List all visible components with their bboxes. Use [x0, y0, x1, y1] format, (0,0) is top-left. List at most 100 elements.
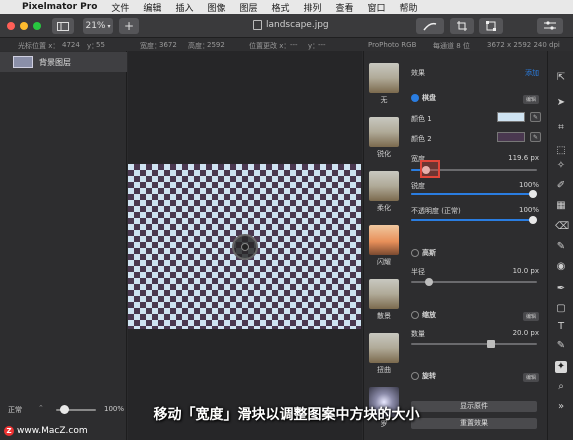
canvas-area[interactable]	[128, 51, 362, 440]
radius-slider[interactable]	[411, 278, 537, 286]
effect-preset-bokeh[interactable]: 散景	[369, 279, 399, 321]
effect-preset-glow[interactable]: 闪耀	[369, 225, 399, 267]
transform-tool-button[interactable]	[479, 18, 503, 34]
color1-label: 颜色 1	[411, 115, 432, 123]
menu-layer[interactable]: 图层	[239, 1, 257, 14]
menu-insert[interactable]: 插入	[175, 1, 193, 14]
menu-file[interactable]: 文件	[111, 1, 129, 14]
opacity-slider-fill	[411, 219, 537, 221]
zoom-window-button[interactable]	[33, 22, 41, 30]
effect-preset-none[interactable]: 无	[369, 63, 399, 105]
edit-effect-button[interactable]: 编辑	[522, 312, 539, 321]
layers-sidebar: 背景图层 正常 ⌃ 100%	[0, 51, 127, 440]
gaussian-effect-header[interactable]: 高斯	[411, 248, 436, 258]
amount-slider-knob[interactable]	[487, 340, 495, 348]
window-controls	[7, 22, 41, 30]
menu-bar: Pixelmator Pro 文件 编辑 插入 图像 图层 格式 排列 查看 窗…	[0, 0, 573, 14]
text-tool-icon[interactable]: T	[555, 321, 567, 333]
shape-tool-icon[interactable]: ▢	[555, 303, 567, 315]
add-button[interactable]: +	[119, 18, 139, 34]
minimize-window-button[interactable]	[20, 22, 28, 30]
toggle-off-icon[interactable]	[411, 249, 419, 257]
plus-icon: +	[123, 19, 135, 33]
effect-preset-soften[interactable]: 柔化	[369, 171, 399, 213]
clone-tool-icon[interactable]: ◉	[555, 261, 567, 273]
sidebar-toggle-button[interactable]	[52, 18, 74, 34]
channel-depth: 每通道 8 位	[433, 42, 470, 50]
eyedropper-icon[interactable]: ✎	[530, 132, 541, 142]
arrange-tool-icon[interactable]: ⇱	[555, 72, 567, 84]
checkmark-icon[interactable]	[411, 94, 419, 102]
width-value: 119.6 px	[508, 154, 539, 162]
effect-preset-sharpen[interactable]: 锐化	[369, 117, 399, 159]
edit-effect-button[interactable]: 编辑	[522, 373, 539, 382]
layer-name: 背景图层	[39, 57, 71, 67]
add-effect-link[interactable]: 添加	[525, 68, 539, 78]
magic-wand-icon[interactable]: ✧	[555, 160, 567, 172]
menu-help[interactable]: 帮助	[400, 1, 418, 14]
eyedropper-tool-icon[interactable]: ✎	[555, 340, 567, 352]
menu-edit[interactable]: 编辑	[143, 1, 161, 14]
effect-name: 棋盘	[422, 94, 436, 102]
fill-tool-icon[interactable]: ▦	[555, 200, 567, 212]
toggle-off-icon[interactable]	[411, 311, 419, 319]
sliders-icon	[544, 21, 556, 30]
eraser-icon[interactable]: ⌫	[555, 221, 569, 233]
radius-slider-knob[interactable]	[425, 278, 433, 286]
toggle-off-icon[interactable]	[411, 372, 419, 380]
sharpness-slider-knob[interactable]	[529, 190, 537, 198]
zoom-dropdown[interactable]: 21% ▾	[83, 18, 113, 34]
cursor-x: 4724	[62, 41, 80, 49]
crop-tool-button[interactable]	[450, 18, 474, 34]
checkerboard-effect-header[interactable]: 棋盘	[411, 93, 436, 103]
menu-view[interactable]: 查看	[336, 1, 354, 14]
sharpness-slider-fill	[411, 193, 537, 195]
sharpness-slider[interactable]	[411, 190, 537, 198]
amount-slider[interactable]	[411, 340, 537, 348]
effect-center-handle[interactable]	[232, 234, 258, 260]
paint-brush-icon[interactable]: ✐	[555, 180, 567, 192]
watermark: Z www.MacZ.com	[4, 426, 88, 436]
layer-row[interactable]: 背景图层	[0, 52, 127, 72]
tutorial-caption: 移动「宽度」滑块以调整图案中方块的大小	[153, 407, 420, 423]
sharpness-value: 100%	[518, 181, 539, 189]
zoom-effect-header[interactable]: 缩放	[411, 310, 436, 320]
info-bar: 光标位置 x： 4724 y： 55 宽度： 3672 高度： 2592 位置更…	[0, 38, 573, 51]
edit-effect-button[interactable]: 编辑	[522, 95, 539, 104]
effect-opacity-slider[interactable]	[411, 216, 537, 224]
color2-swatch[interactable]	[497, 132, 525, 142]
retouch-tool-icon[interactable]: ✎	[555, 241, 567, 253]
eyedropper-icon[interactable]: ✎	[530, 112, 541, 122]
effect-thumbnail	[369, 279, 399, 309]
style-tool-button[interactable]	[416, 18, 444, 34]
rotate-effect-header[interactable]: 旋转	[411, 371, 436, 381]
selection-tool-icon[interactable]: ⬚	[555, 145, 567, 157]
close-window-button[interactable]	[7, 22, 15, 30]
site-logo-icon: Z	[4, 426, 14, 436]
menu-window[interactable]: 窗口	[368, 1, 386, 14]
effect-name: 缩放	[422, 311, 436, 319]
color1-swatch[interactable]	[497, 112, 525, 122]
sidebar-icon	[57, 21, 69, 31]
menu-image[interactable]: 图像	[207, 1, 225, 14]
select-tool-icon[interactable]: ➤	[555, 97, 567, 109]
sharpness-label: 锐度	[411, 182, 425, 190]
effect-label: 锐化	[377, 150, 391, 158]
handle-center-dot	[241, 243, 249, 251]
menu-arrange[interactable]: 排列	[304, 1, 322, 14]
menu-format[interactable]: 格式	[271, 1, 289, 14]
zoom-tool-icon[interactable]: ⌕	[555, 381, 567, 393]
adjustments-button[interactable]	[537, 18, 563, 34]
cursor-label: 光标位置 x：	[18, 42, 60, 50]
pen-tool-icon[interactable]: ✒	[555, 283, 567, 295]
radius-value: 10.0 px	[512, 267, 539, 275]
crop-tool-icon[interactable]: ⌗	[555, 122, 567, 134]
menu-app-name[interactable]: Pixelmator Pro	[22, 2, 97, 12]
crop-icon	[457, 21, 467, 31]
effect-thumbnail	[369, 63, 399, 93]
effect-preset-distort[interactable]: 扭曲	[369, 333, 399, 375]
effect-label: 扭曲	[377, 366, 391, 374]
opacity-slider-knob[interactable]	[529, 216, 537, 224]
window-title: landscape.jpg	[253, 20, 329, 30]
effects-tool-icon[interactable]: ✦	[555, 361, 567, 373]
